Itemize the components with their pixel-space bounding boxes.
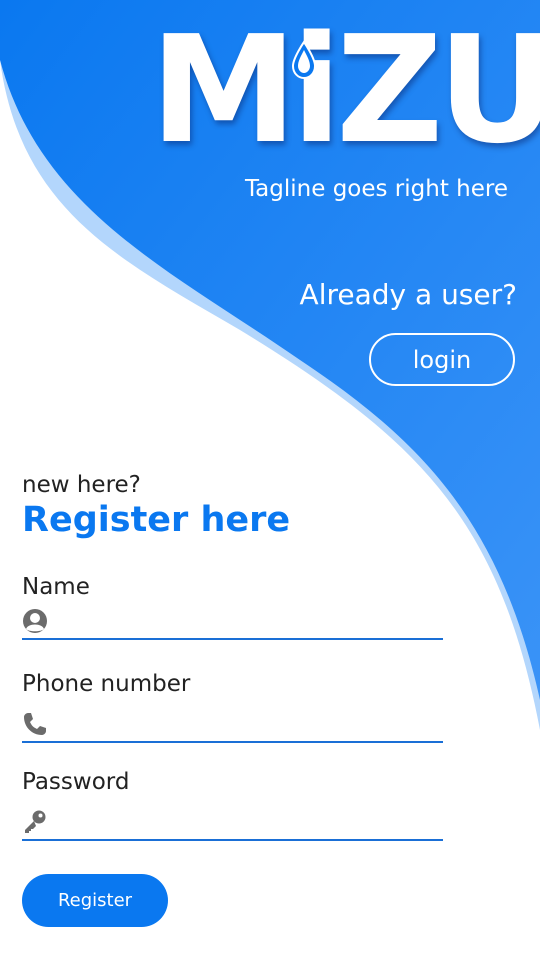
key-icon xyxy=(25,810,46,833)
user-icon xyxy=(23,609,47,633)
login-button[interactable]: login xyxy=(369,333,515,386)
name-input[interactable] xyxy=(58,606,442,638)
logo-text: MiZU xyxy=(150,4,540,176)
register-heading: Register here xyxy=(22,500,291,540)
new-here-text: new here? xyxy=(22,472,141,498)
phone-label: Phone number xyxy=(22,671,191,697)
password-field xyxy=(22,807,443,841)
name-label: Name xyxy=(22,574,90,600)
phone-field xyxy=(22,709,443,743)
already-user-prompt: Already a user? xyxy=(299,278,517,311)
water-drop-icon xyxy=(291,40,317,80)
phone-icon xyxy=(24,713,46,735)
password-input[interactable] xyxy=(58,807,442,839)
tagline: Tagline goes right here xyxy=(244,176,508,202)
name-field xyxy=(22,606,443,640)
app-logo: MiZU xyxy=(150,16,540,164)
password-label: Password xyxy=(22,769,130,795)
register-button[interactable]: Register xyxy=(22,874,168,927)
phone-input[interactable] xyxy=(58,709,442,741)
